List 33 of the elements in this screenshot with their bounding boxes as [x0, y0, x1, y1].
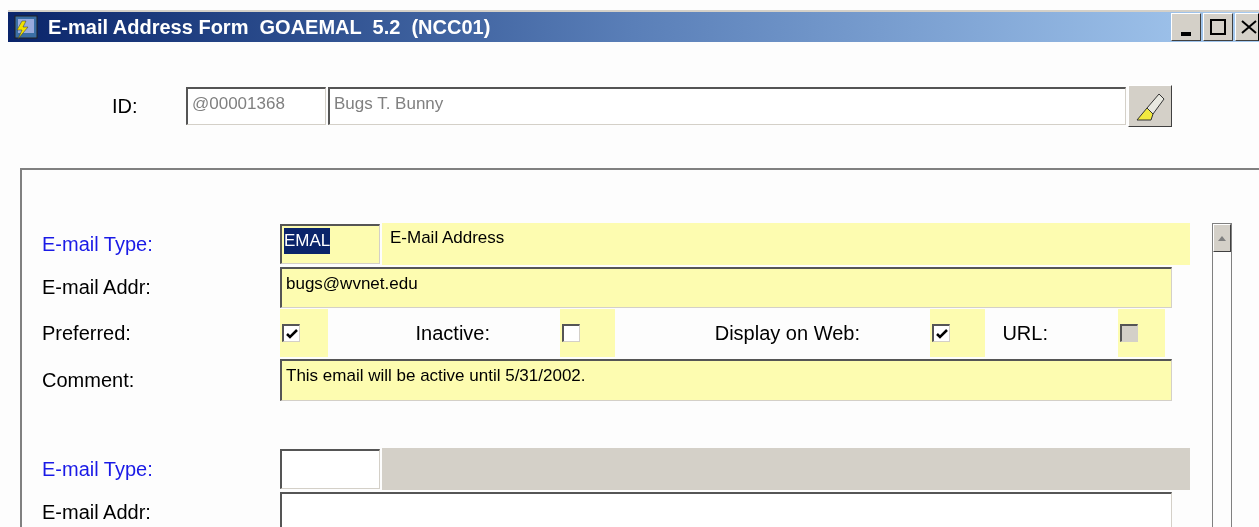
checkbox-label: Inactive:	[414, 321, 491, 346]
field-label: E-mail Type:	[42, 457, 154, 482]
email-address-field[interactable]	[280, 491, 1172, 527]
type-code-field[interactable]: EMAL	[280, 224, 380, 264]
name-field[interactable]: Bugs T. Bunny	[328, 87, 1126, 125]
type-description: E-Mail Address	[382, 223, 1190, 265]
close-button[interactable]	[1235, 13, 1259, 41]
checkbox-label: Preferred:	[42, 321, 132, 346]
minimize-icon	[1181, 32, 1191, 36]
checkbox[interactable]	[932, 324, 950, 342]
checkbox[interactable]	[562, 324, 580, 342]
comment-field[interactable]: This email will be active until 5/31/2002.	[280, 359, 1172, 401]
field-label: E-mail Addr:	[42, 275, 152, 300]
search-button[interactable]	[1128, 85, 1172, 127]
field-label: Comment:	[42, 368, 136, 393]
maximize-button[interactable]	[1203, 13, 1233, 41]
close-icon	[1240, 19, 1258, 35]
checkbox-label: Display on Web:	[713, 321, 861, 346]
id-field[interactable]: @00001368	[186, 87, 326, 125]
checkbox[interactable]	[282, 324, 300, 342]
maximize-icon	[1210, 19, 1226, 35]
window-title: E-mail Address Form GOAEMAL 5.2 (NCC01)	[48, 15, 491, 40]
up-arrow-icon	[1218, 235, 1226, 241]
checkbox-label: URL:	[1001, 321, 1049, 346]
minimize-button[interactable]	[1171, 13, 1201, 41]
field-label: E-mail Addr:	[42, 500, 152, 525]
app-icon	[12, 13, 40, 41]
type-code-field[interactable]	[280, 449, 380, 489]
id-label: ID:	[111, 94, 139, 119]
scroll-up-button[interactable]	[1213, 224, 1231, 252]
field-label: E-mail Type:	[42, 232, 154, 257]
email-address-field[interactable]: bugs@wvnet.edu	[280, 266, 1172, 308]
scrollbar[interactable]	[1212, 223, 1232, 527]
